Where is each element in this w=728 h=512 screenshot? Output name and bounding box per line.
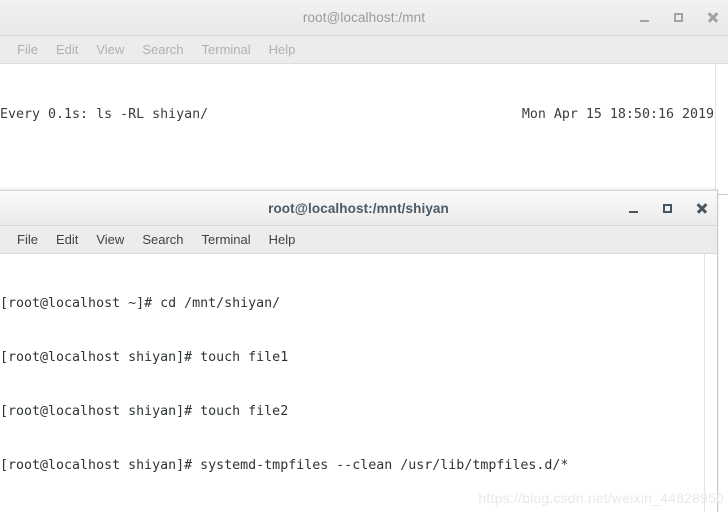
- menu-terminal[interactable]: Terminal: [193, 36, 260, 63]
- watch-command-text: Every 0.1s: ls -RL shiyan/: [0, 107, 209, 122]
- menu-edit[interactable]: Edit: [47, 226, 87, 253]
- window-controls-watch[interactable]: [636, 0, 720, 35]
- terminal-window-watch[interactable]: root@localhost:/mnt File Edit View Searc…: [0, 0, 728, 196]
- menu-help[interactable]: Help: [260, 36, 305, 63]
- terminal-line: [root@localhost shiyan]# touch file1: [0, 350, 289, 365]
- menu-help[interactable]: Help: [260, 226, 305, 253]
- watch-status-line: Every 0.1s: ls -RL shiyan/ Mon Apr 15 18…: [0, 106, 728, 124]
- terminal-line: [root@localhost shiyan]# systemd-tmpfile…: [0, 458, 569, 473]
- menu-search[interactable]: Search: [133, 36, 192, 63]
- close-icon[interactable]: [704, 10, 720, 26]
- maximize-icon[interactable]: [670, 10, 686, 26]
- titlebar-watch[interactable]: root@localhost:/mnt: [0, 0, 728, 36]
- menu-edit[interactable]: Edit: [47, 36, 87, 63]
- close-icon[interactable]: [693, 201, 709, 217]
- terminal-output-watch[interactable]: Every 0.1s: ls -RL shiyan/ Mon Apr 15 18…: [0, 64, 728, 195]
- menu-file[interactable]: File: [8, 226, 47, 253]
- watermark-text: https://blog.csdn.net/weixin_44828950: [478, 490, 724, 506]
- menu-view[interactable]: View: [87, 226, 133, 253]
- terminal-output-shell[interactable]: [root@localhost ~]# cd /mnt/shiyan/ [roo…: [0, 254, 717, 512]
- menu-search[interactable]: Search: [133, 226, 192, 253]
- maximize-icon[interactable]: [659, 201, 675, 217]
- window-controls-shell[interactable]: [625, 191, 709, 226]
- menu-terminal[interactable]: Terminal: [193, 226, 260, 253]
- window-title-shell: root@localhost:/mnt/shiyan: [268, 201, 449, 216]
- titlebar-shell[interactable]: root@localhost:/mnt/shiyan: [0, 190, 717, 226]
- menu-file[interactable]: File: [8, 36, 47, 63]
- minimize-icon[interactable]: [625, 201, 641, 217]
- menu-view[interactable]: View: [87, 36, 133, 63]
- minimize-icon[interactable]: [636, 10, 652, 26]
- terminal-line: [root@localhost shiyan]# touch file2: [0, 404, 289, 419]
- scrollbar-watch[interactable]: [715, 64, 728, 194]
- terminal-window-shell[interactable]: root@localhost:/mnt/shiyan File Edit Vie…: [0, 190, 718, 512]
- menubar-shell[interactable]: File Edit View Search Terminal Help: [0, 226, 717, 254]
- watch-timestamp: Mon Apr 15 18:50:16 2019: [521, 107, 714, 122]
- terminal-line: [root@localhost ~]# cd /mnt/shiyan/: [0, 296, 281, 311]
- scrollbar-shell[interactable]: [704, 254, 717, 512]
- menubar-watch[interactable]: File Edit View Search Terminal Help: [0, 36, 728, 64]
- window-title-watch: root@localhost:/mnt: [302, 10, 426, 25]
